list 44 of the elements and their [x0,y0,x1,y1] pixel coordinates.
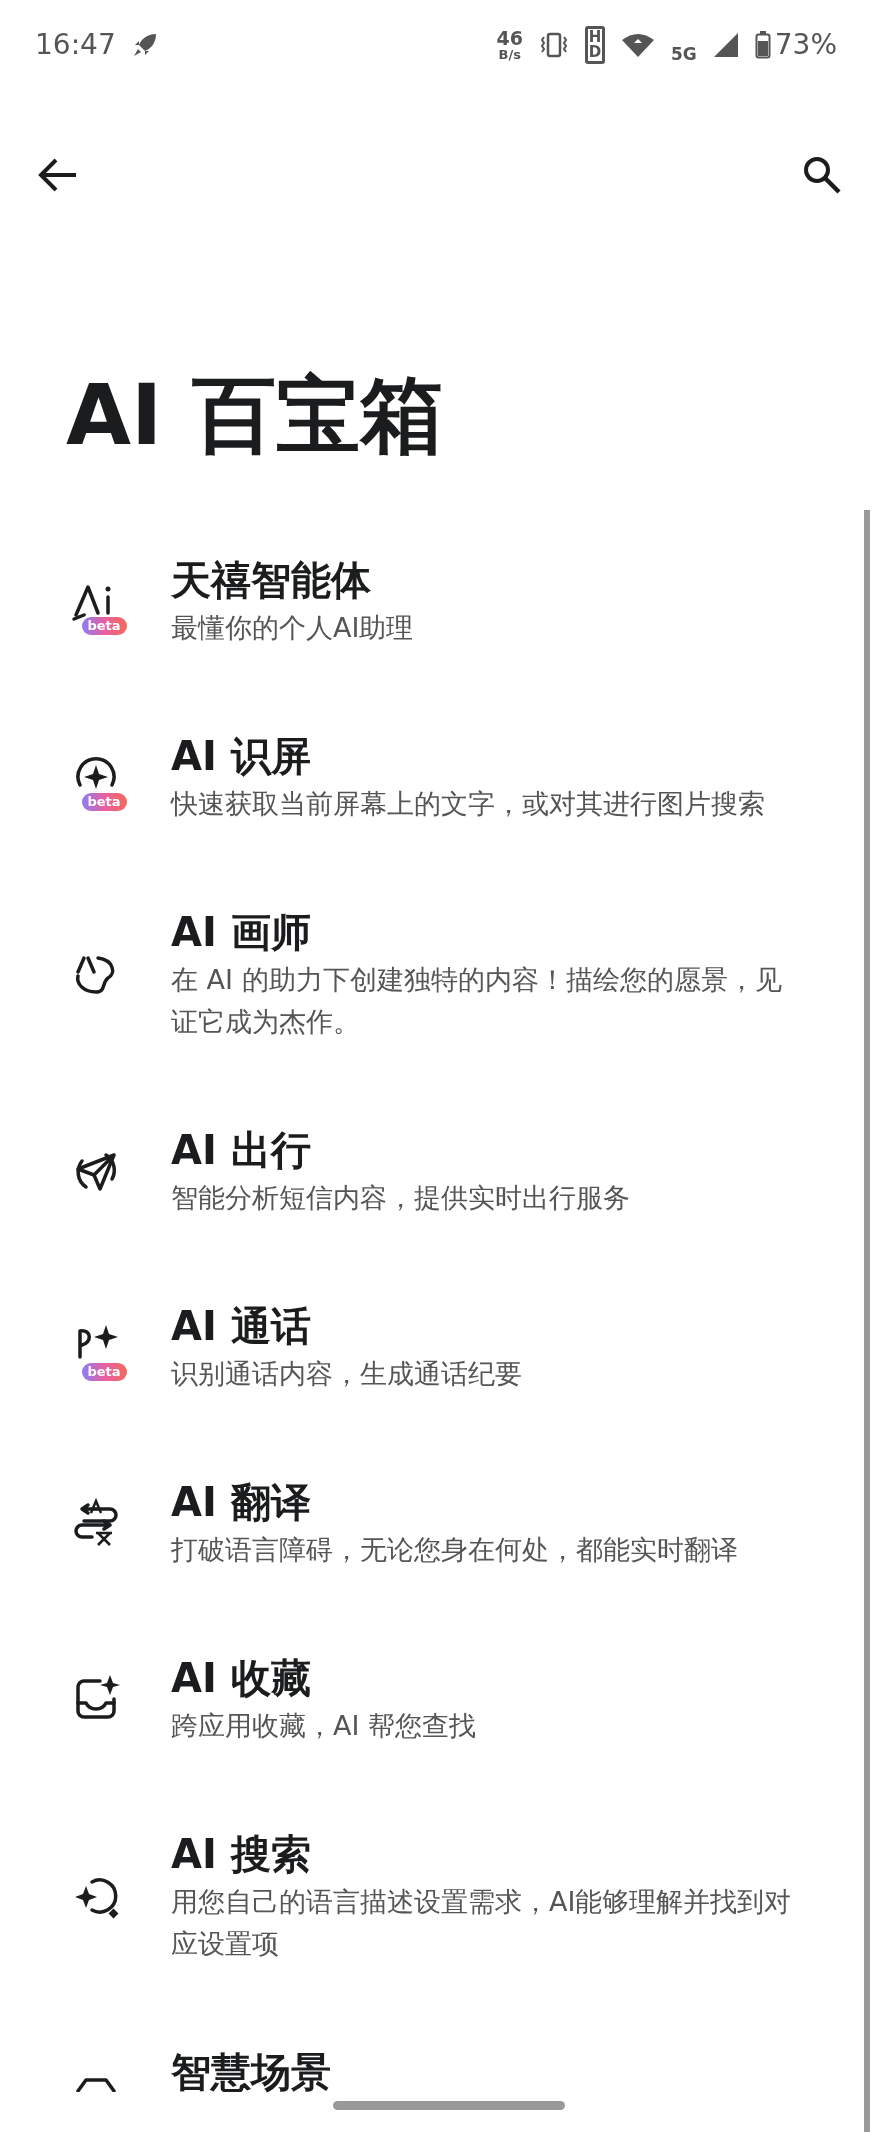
feature-item[interactable]: AI 翻译 打破语言障碍，无论您身在何处，都能实时翻译 [0,1435,802,1611]
feature-description: 打破语言障碍，无论您身在何处，都能实时翻译 [171,1533,738,1567]
back-arrow-icon[interactable] [38,157,78,193]
feature-item[interactable]: 智慧场景 [0,2005,802,2132]
hd-indicator: HD [584,26,605,64]
vibrate-icon [538,32,569,58]
feature-item[interactable]: AI 画师 在 AI 的助力下创建独特的内容！描绘您的愿景，见证它成为杰作。 [0,865,802,1083]
feature-item[interactable]: beta 天禧智能体 最懂你的个人AI助理 [0,513,802,689]
feature-description: 用您自己的语言描述设置需求，AI能够理解并找到对应设置项 [171,1885,793,1961]
feature-title: 天禧智能体 [171,556,372,605]
beta-badge: beta [81,793,127,811]
feature-item[interactable]: beta AI 通话 识别通话内容，生成通话纪要 [0,1259,802,1435]
clock: 16:47 [35,27,116,63]
feature-title: AI 画师 [171,908,312,957]
feature-description: 跨应用收藏，AI 帮您查找 [171,1709,476,1743]
feature-description: 最懂你的个人AI助理 [171,611,414,645]
feature-title: AI 出行 [171,1126,312,1175]
network-type: 5G [670,46,697,63]
feature-item[interactable]: AI 搜索 用您自己的语言描述设置需求，AI能够理解并找到对应设置项 [0,1787,802,2005]
feature-icon [75,2078,116,2092]
wifi-icon [620,32,655,58]
feature-description: 快速获取当前屏幕上的文字，或对其进行图片搜索 [171,787,765,821]
feature-title: AI 搜索 [171,1830,312,1879]
feature-title: 智慧场景 [171,2048,331,2097]
feature-description: 在 AI 的助力下创建独特的内容！描绘您的愿景，见证它成为杰作。 [171,963,783,1039]
feature-title: AI 通话 [171,1302,312,1351]
feature-title: AI 收藏 [171,1654,312,1703]
beta-badge: beta [81,617,127,635]
page-title: AI 百宝箱 [66,365,445,466]
rocket-icon [131,32,158,58]
feature-description: 识别通话内容，生成通话纪要 [171,1357,522,1391]
speed-unit: B/s [498,48,521,61]
search-icon[interactable] [802,155,842,195]
signal-icon [712,32,739,58]
feature-title: AI 翻译 [171,1478,312,1527]
feature-item[interactable]: beta AI 识屏 快速获取当前屏幕上的文字，或对其进行图片搜索 [0,689,802,865]
feature-item[interactable]: AI 出行 智能分析短信内容，提供实时出行服务 [0,1083,802,1259]
feature-title: AI 识屏 [171,732,312,781]
network-speed: 46 [496,29,523,48]
battery-percent: 73% [774,27,837,63]
feature-item[interactable]: AI 收藏 跨应用收藏，AI 帮您查找 [0,1611,802,1787]
battery-icon [754,31,771,59]
beta-badge: beta [81,1363,127,1381]
feature-description: 智能分析短信内容，提供实时出行服务 [171,1181,630,1215]
